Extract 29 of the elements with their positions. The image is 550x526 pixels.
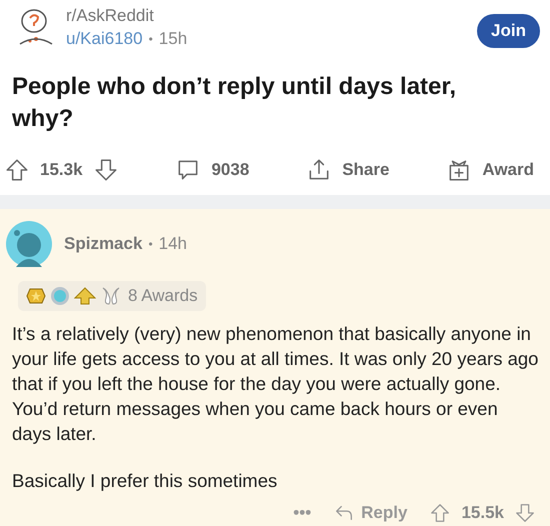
vote-count: 15.3k <box>40 160 83 180</box>
downvote-icon[interactable] <box>514 502 536 524</box>
bunny-award-icon <box>100 286 122 306</box>
subreddit-name[interactable]: r/AskReddit <box>66 6 468 26</box>
reply-button[interactable]: Reply <box>333 502 408 524</box>
comment-text: Basically I prefer this sometimes <box>12 469 278 493</box>
comment-count: 9038 <box>211 160 250 180</box>
share-label[interactable]: Share <box>342 160 390 180</box>
awards-bar[interactable]: 8 Awards <box>18 281 206 311</box>
arrow-award-icon <box>74 286 96 306</box>
downvote-icon[interactable] <box>92 157 119 183</box>
upvote-icon[interactable] <box>429 502 452 524</box>
separator-dot: • <box>148 237 153 251</box>
star-award-icon <box>26 286 46 306</box>
award-label[interactable]: Award <box>482 160 534 180</box>
separator-dot: • <box>148 32 153 46</box>
avatar-icon <box>6 221 52 267</box>
more-button[interactable]: ••• <box>293 503 312 523</box>
gem-award-icon <box>50 286 70 306</box>
post-time: 15h <box>158 29 188 49</box>
vote-count: 15.5k <box>461 503 504 523</box>
username[interactable]: u/Kai6180 <box>66 29 143 49</box>
awards-count: 8 Awards <box>128 286 198 306</box>
commenter-name[interactable]: Spizmack <box>64 234 142 254</box>
upvote-icon[interactable] <box>4 157 30 183</box>
post-title: People who don’t reply until days later, why? <box>12 72 458 134</box>
join-button[interactable]: Join <box>477 14 540 48</box>
comment-time: 14h <box>158 234 188 254</box>
comment-text: It’s a relatively (very) new phenomenon that basically anyone in your life gets access to you at all times. It was only 20 years ago that if you left the house for the day you were actually gone. You’d return messages when you came back hours or even days later. <box>12 322 540 446</box>
